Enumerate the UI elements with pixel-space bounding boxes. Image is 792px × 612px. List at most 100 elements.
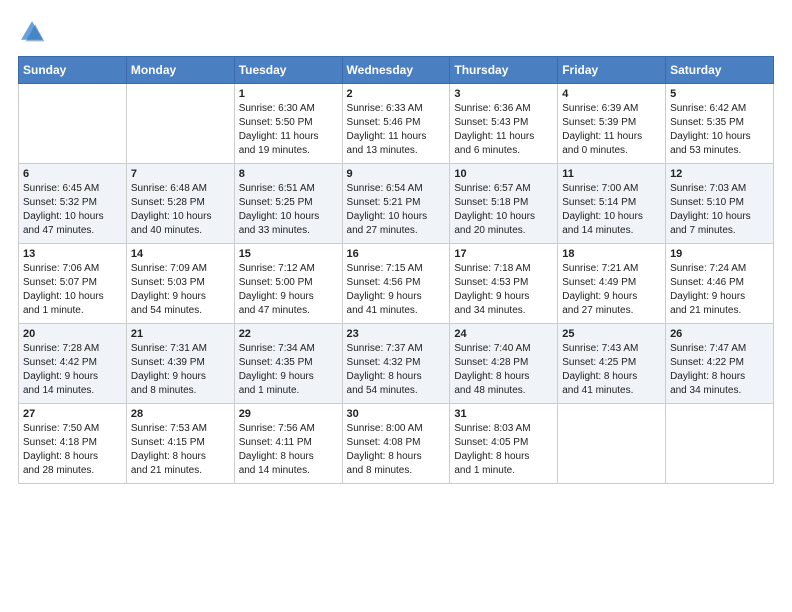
day-number: 12 bbox=[670, 168, 769, 180]
day-number: 1 bbox=[239, 88, 338, 100]
day-cell: 26 Sunrise: 7:47 AMSunset: 4:22 PMDayligh… bbox=[666, 324, 774, 404]
day-cell: 21Sunrise: 7:31 AMSunset: 4:39 PMDayligh… bbox=[126, 324, 234, 404]
day-cell: 7Sunrise: 6:48 AMSunset: 5:28 PMDaylight… bbox=[126, 164, 234, 244]
day-number: 13 bbox=[23, 248, 122, 260]
week-row-2: 6 Sunrise: 6:45 AMSunset: 5:32 PMDaylight… bbox=[19, 164, 774, 244]
week-row-5: 27Sunrise: 7:50 AMSunset: 4:18 PMDayligh… bbox=[19, 404, 774, 484]
page: SundayMondayTuesdayWednesdayThursdayFrid… bbox=[0, 0, 792, 612]
day-cell: 18 Sunrise: 7:21 AMSunset: 4:49 PMDayligh… bbox=[558, 244, 666, 324]
day-info: Sunrise: 7:43 AMSunset: 4:25 PMDaylight:… bbox=[562, 342, 661, 398]
day-number: 8 bbox=[239, 168, 338, 180]
col-header-wednesday: Wednesday bbox=[342, 57, 450, 84]
day-number: 15 bbox=[239, 248, 338, 260]
day-number: 7 bbox=[131, 168, 230, 180]
day-info: Sunrise: 7:31 AMSunset: 4:39 PMDaylight:… bbox=[131, 342, 230, 398]
day-number: 16 bbox=[347, 248, 446, 260]
day-cell: 1 Sunrise: 6:30 AMSunset: 5:50 PMDaylight… bbox=[234, 84, 342, 164]
day-cell: 9 Sunrise: 6:54 AMSunset: 5:21 PMDaylight… bbox=[342, 164, 450, 244]
day-info: Sunrise: 7:12 AMSunset: 5:00 PMDaylight:… bbox=[239, 262, 338, 318]
day-cell: 22Sunrise: 7:34 AMSunset: 4:35 PMDayligh… bbox=[234, 324, 342, 404]
day-cell: 30 Sunrise: 8:00 AMSunset: 4:08 PMDayligh… bbox=[342, 404, 450, 484]
day-info: Sunrise: 7:21 AMSunset: 4:49 PMDaylight:… bbox=[562, 262, 661, 318]
day-info: Sunrise: 7:56 AMSunset: 4:11 PMDaylight:… bbox=[239, 422, 338, 478]
day-info: Sunrise: 7:50 AMSunset: 4:18 PMDaylight:… bbox=[23, 422, 122, 478]
day-cell bbox=[126, 84, 234, 164]
day-cell: 10 Sunrise: 6:57 AMSunset: 5:18 PMDayligh… bbox=[450, 164, 558, 244]
day-info: Sunrise: 7:00 AMSunset: 5:14 PMDaylight:… bbox=[562, 182, 661, 238]
day-cell bbox=[558, 404, 666, 484]
col-header-friday: Friday bbox=[558, 57, 666, 84]
col-header-sunday: Sunday bbox=[19, 57, 127, 84]
col-header-tuesday: Tuesday bbox=[234, 57, 342, 84]
day-cell: 15 Sunrise: 7:12 AMSunset: 5:00 PMDayligh… bbox=[234, 244, 342, 324]
day-cell: 27Sunrise: 7:50 AMSunset: 4:18 PMDayligh… bbox=[19, 404, 127, 484]
calendar-table: SundayMondayTuesdayWednesdayThursdayFrid… bbox=[18, 56, 774, 484]
day-number: 10 bbox=[454, 168, 553, 180]
day-number: 19 bbox=[670, 248, 769, 260]
week-row-3: 13 Sunrise: 7:06 AMSunset: 5:07 PMDayligh… bbox=[19, 244, 774, 324]
day-cell: 12Sunrise: 7:03 AMSunset: 5:10 PMDayligh… bbox=[666, 164, 774, 244]
day-number: 4 bbox=[562, 88, 661, 100]
day-info: Sunrise: 7:37 AMSunset: 4:32 PMDaylight:… bbox=[347, 342, 446, 398]
day-number: 31 bbox=[454, 408, 553, 420]
day-cell: 31 Sunrise: 8:03 AMSunset: 4:05 PMDayligh… bbox=[450, 404, 558, 484]
day-cell: 2Sunrise: 6:33 AMSunset: 5:46 PMDaylight… bbox=[342, 84, 450, 164]
day-number: 25 bbox=[562, 328, 661, 340]
day-number: 17 bbox=[454, 248, 553, 260]
day-cell: 25 Sunrise: 7:43 AMSunset: 4:25 PMDayligh… bbox=[558, 324, 666, 404]
week-row-4: 20 Sunrise: 7:28 AMSunset: 4:42 PMDayligh… bbox=[19, 324, 774, 404]
day-info: Sunrise: 7:18 AMSunset: 4:53 PMDaylight:… bbox=[454, 262, 553, 318]
day-cell: 17 Sunrise: 7:18 AMSunset: 4:53 PMDayligh… bbox=[450, 244, 558, 324]
day-number: 23 bbox=[347, 328, 446, 340]
day-number: 3 bbox=[454, 88, 553, 100]
day-cell: 23 Sunrise: 7:37 AMSunset: 4:32 PMDayligh… bbox=[342, 324, 450, 404]
day-info: Sunrise: 6:33 AMSunset: 5:46 PMDaylight:… bbox=[347, 102, 446, 158]
day-number: 26 bbox=[670, 328, 769, 340]
header bbox=[18, 18, 774, 46]
day-cell: 11 Sunrise: 7:00 AMSunset: 5:14 PMDayligh… bbox=[558, 164, 666, 244]
day-info: Sunrise: 6:42 AMSunset: 5:35 PMDaylight:… bbox=[670, 102, 769, 158]
day-info: Sunrise: 6:30 AMSunset: 5:50 PMDaylight:… bbox=[239, 102, 338, 158]
day-number: 30 bbox=[347, 408, 446, 420]
day-number: 6 bbox=[23, 168, 122, 180]
day-info: Sunrise: 7:15 AMSunset: 4:56 PMDaylight:… bbox=[347, 262, 446, 318]
day-number: 11 bbox=[562, 168, 661, 180]
day-number: 14 bbox=[131, 248, 230, 260]
week-row-1: 1 Sunrise: 6:30 AMSunset: 5:50 PMDaylight… bbox=[19, 84, 774, 164]
day-info: Sunrise: 6:39 AMSunset: 5:39 PMDaylight:… bbox=[562, 102, 661, 158]
day-info: Sunrise: 6:57 AMSunset: 5:18 PMDaylight:… bbox=[454, 182, 553, 238]
day-cell: 24 Sunrise: 7:40 AMSunset: 4:28 PMDayligh… bbox=[450, 324, 558, 404]
day-info: Sunrise: 8:03 AMSunset: 4:05 PMDaylight:… bbox=[454, 422, 553, 478]
day-cell bbox=[19, 84, 127, 164]
day-info: Sunrise: 6:45 AMSunset: 5:32 PMDaylight:… bbox=[23, 182, 122, 238]
day-cell: 5Sunrise: 6:42 AMSunset: 5:35 PMDaylight… bbox=[666, 84, 774, 164]
day-number: 9 bbox=[347, 168, 446, 180]
day-cell: 8Sunrise: 6:51 AMSunset: 5:25 PMDaylight… bbox=[234, 164, 342, 244]
day-cell: 3 Sunrise: 6:36 AMSunset: 5:43 PMDaylight… bbox=[450, 84, 558, 164]
day-number: 20 bbox=[23, 328, 122, 340]
day-cell: 6 Sunrise: 6:45 AMSunset: 5:32 PMDaylight… bbox=[19, 164, 127, 244]
day-info: Sunrise: 7:06 AMSunset: 5:07 PMDaylight:… bbox=[23, 262, 122, 318]
col-header-monday: Monday bbox=[126, 57, 234, 84]
logo bbox=[18, 18, 50, 46]
day-cell: 20 Sunrise: 7:28 AMSunset: 4:42 PMDayligh… bbox=[19, 324, 127, 404]
day-cell: 4 Sunrise: 6:39 AMSunset: 5:39 PMDaylight… bbox=[558, 84, 666, 164]
day-info: Sunrise: 6:36 AMSunset: 5:43 PMDaylight:… bbox=[454, 102, 553, 158]
day-info: Sunrise: 8:00 AMSunset: 4:08 PMDaylight:… bbox=[347, 422, 446, 478]
day-cell: 13 Sunrise: 7:06 AMSunset: 5:07 PMDayligh… bbox=[19, 244, 127, 324]
col-header-thursday: Thursday bbox=[450, 57, 558, 84]
day-info: Sunrise: 6:54 AMSunset: 5:21 PMDaylight:… bbox=[347, 182, 446, 238]
day-cell: 16 Sunrise: 7:15 AMSunset: 4:56 PMDayligh… bbox=[342, 244, 450, 324]
day-number: 28 bbox=[131, 408, 230, 420]
day-number: 18 bbox=[562, 248, 661, 260]
day-info: Sunrise: 7:34 AMSunset: 4:35 PMDaylight:… bbox=[239, 342, 338, 398]
day-info: Sunrise: 7:28 AMSunset: 4:42 PMDaylight:… bbox=[23, 342, 122, 398]
day-cell: 14Sunrise: 7:09 AMSunset: 5:03 PMDayligh… bbox=[126, 244, 234, 324]
day-number: 24 bbox=[454, 328, 553, 340]
day-info: Sunrise: 7:47 AMSunset: 4:22 PMDaylight:… bbox=[670, 342, 769, 398]
header-row: SundayMondayTuesdayWednesdayThursdayFrid… bbox=[19, 57, 774, 84]
col-header-saturday: Saturday bbox=[666, 57, 774, 84]
day-number: 29 bbox=[239, 408, 338, 420]
day-info: Sunrise: 7:24 AMSunset: 4:46 PMDaylight:… bbox=[670, 262, 769, 318]
day-info: Sunrise: 7:40 AMSunset: 4:28 PMDaylight:… bbox=[454, 342, 553, 398]
